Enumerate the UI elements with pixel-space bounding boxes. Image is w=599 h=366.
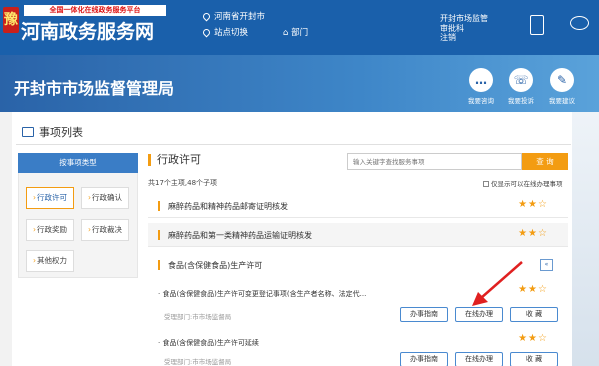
- suggest-label: 我要建议: [549, 97, 575, 105]
- category-admin-ruling[interactable]: ›行政裁决: [81, 219, 129, 241]
- rating-stars: ★★☆: [518, 333, 548, 344]
- platform-tag: 全国一体化在线政务服务平台: [24, 5, 166, 16]
- chat-icon: …: [469, 68, 493, 92]
- online-apply-button[interactable]: 在线办理: [455, 307, 503, 322]
- page-bg-left: [0, 112, 12, 366]
- item-marker: [158, 230, 160, 240]
- site-switch-label: 站点切换: [214, 28, 249, 38]
- category-other-power[interactable]: ›其他权力: [26, 250, 74, 272]
- search-input[interactable]: [347, 153, 522, 170]
- location-selector[interactable]: 河南省开封市: [201, 10, 266, 22]
- sub-item-title[interactable]: · 食品(含保健食品)生产许可变更登记事项(含生产者名称、法定代...: [158, 289, 366, 299]
- item-marker: [158, 260, 160, 270]
- department-title: 开封市市场监督管理局: [14, 79, 175, 98]
- category-header: 按事项类型: [18, 153, 138, 173]
- section-divider: [16, 144, 571, 145]
- favorite-button[interactable]: 收 藏: [510, 307, 558, 322]
- rating-stars: ★★☆: [518, 228, 548, 239]
- collapse-icon[interactable]: «: [540, 259, 553, 271]
- chevron-right-icon: ›: [33, 193, 36, 202]
- item-title[interactable]: 食品(含保健食品)生产许可: [168, 260, 262, 271]
- monitor-icon: [22, 127, 34, 137]
- list-item[interactable]: 麻醉药品和第一类精神药品运输证明核发 ★★☆: [148, 223, 568, 247]
- department-label: 部门: [291, 28, 309, 38]
- guide-button[interactable]: 办事指南: [400, 352, 448, 366]
- top-header: 豫 全国一体化在线政务服务平台 河南政务服务网 河南省开封市 站点切换 ⌂ 部门…: [0, 0, 599, 55]
- list-item[interactable]: 食品(含保健食品)生产许可 «: [148, 253, 568, 277]
- user-menu: 开封市场监管 审批科 注销: [440, 14, 488, 43]
- location-label: 河南省开封市: [214, 12, 266, 22]
- category-label: 行政确认: [92, 193, 122, 202]
- consult-label: 我要咨询: [468, 97, 494, 105]
- department-link[interactable]: ⌂ 部门: [283, 26, 308, 38]
- page-bg-right: [572, 112, 599, 366]
- rating-stars: ★★☆: [518, 284, 548, 295]
- category-admin-confirm[interactable]: ›行政确认: [81, 187, 129, 209]
- bulb-icon: ✎: [550, 68, 574, 92]
- online-only-filter[interactable]: 仅显示可以在线办理事项: [483, 178, 563, 188]
- user-dept-link[interactable]: 审批科: [440, 24, 488, 34]
- item-title[interactable]: 麻醉药品和精神药品邮寄证明核发: [168, 201, 288, 212]
- category-label: 行政许可: [37, 193, 67, 202]
- checkbox-icon[interactable]: [483, 181, 489, 187]
- consult-service[interactable]: … 我要咨询: [467, 68, 495, 105]
- complain-service[interactable]: ☏ 我要投诉: [507, 68, 535, 105]
- accepting-dept: 受理部门:市市场监督局: [164, 313, 232, 321]
- location-pin-icon: [201, 11, 212, 22]
- online-only-label: 仅显示可以在线办理事项: [491, 180, 563, 188]
- chevron-right-icon: ›: [33, 225, 36, 234]
- dept-icon: ⌂: [283, 28, 292, 38]
- chevron-right-icon: ›: [88, 225, 91, 234]
- site-name[interactable]: 河南政务服务网: [21, 17, 154, 44]
- chevron-right-icon: ›: [33, 256, 36, 265]
- item-count: 共17个主项,48个子项: [148, 179, 218, 187]
- search-button[interactable]: 查 询: [522, 153, 568, 170]
- section-title-text: 事项列表: [39, 126, 83, 139]
- online-apply-button[interactable]: 在线办理: [455, 352, 503, 366]
- sub-item: · 食品(含保健食品)生产许可变更登记事项(含生产者名称、法定代... ★★☆ …: [148, 284, 568, 325]
- chevron-right-icon: ›: [88, 193, 91, 202]
- weibo-icon[interactable]: [570, 16, 589, 30]
- rating-stars: ★★☆: [518, 199, 548, 210]
- item-title[interactable]: 麻醉药品和第一类精神药品运输证明核发: [168, 230, 312, 241]
- sub-item: · 食品(含保健食品)生产许可延续 ★★☆ 受理部门:市市场监督局: [148, 330, 568, 366]
- user-name-link[interactable]: 开封市场监管: [440, 14, 488, 24]
- favorite-button[interactable]: 收 藏: [510, 352, 558, 366]
- guide-button[interactable]: 办事指南: [400, 307, 448, 322]
- henan-emblem-icon: 豫: [3, 7, 19, 33]
- complain-label: 我要投诉: [508, 97, 534, 105]
- accepting-dept: 受理部门:市市场监督局: [164, 358, 232, 366]
- sub-item-title[interactable]: · 食品(含保健食品)生产许可延续: [158, 338, 259, 348]
- site-switch-link[interactable]: 站点切换: [201, 26, 249, 38]
- suggest-service[interactable]: ✎ 我要建议: [548, 68, 576, 105]
- category-label: 行政奖励: [37, 225, 67, 234]
- mobile-icon[interactable]: [530, 15, 544, 35]
- list-item[interactable]: 麻醉药品和精神药品邮寄证明核发 ★★☆: [148, 194, 568, 218]
- logout-link[interactable]: 注销: [440, 33, 488, 43]
- location-pin-icon: [201, 27, 212, 38]
- main-title: 行政许可: [148, 154, 201, 166]
- phone-icon: ☏: [509, 68, 533, 92]
- category-admin-license[interactable]: ›行政许可: [26, 187, 74, 209]
- category-label: 其他权力: [37, 256, 67, 265]
- category-admin-reward[interactable]: ›行政奖励: [26, 219, 74, 241]
- item-marker: [158, 201, 160, 211]
- category-label: 行政裁决: [92, 225, 122, 234]
- section-title: 事项列表: [22, 124, 83, 140]
